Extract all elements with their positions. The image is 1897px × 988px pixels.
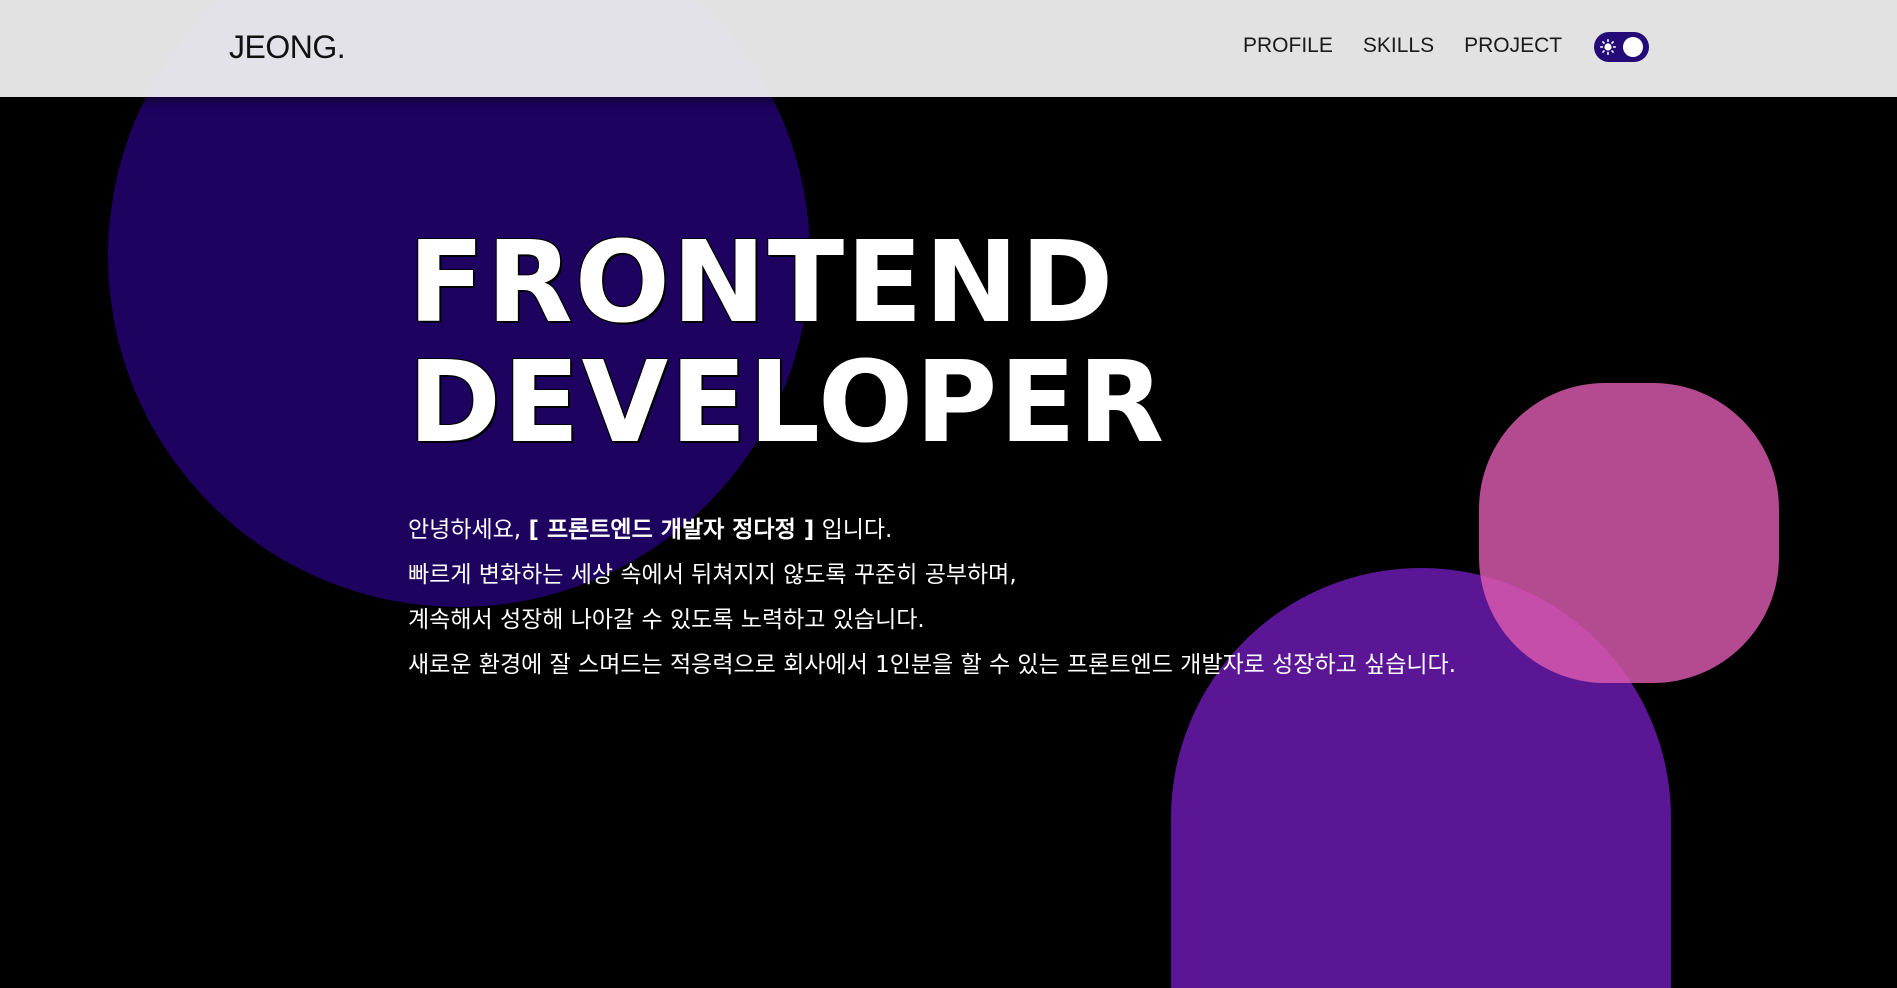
sun-icon [1600, 39, 1616, 55]
intro-highlight-name: [ 프론트엔드 개발자 정다정 ] [528, 517, 815, 543]
intro-greeting: 안녕하세요, [408, 517, 529, 543]
intro-line-3: 계속해서 성장해 나아갈 수 있도록 노력하고 있습니다. [408, 607, 925, 633]
nav-link-profile[interactable]: PROFILE [1243, 31, 1333, 61]
main-nav: PROFILE SKILLS PROJECT [1243, 31, 1562, 61]
intro-text: 안녕하세요, [ 프론트엔드 개발자 정다정 ] 입니다. 빠르게 변화하는 세… [408, 508, 1456, 688]
intro-line-2: 빠르게 변화하는 세상 속에서 뒤쳐지지 않도록 꾸준히 공부하며, [408, 562, 1017, 588]
theme-toggle-switch[interactable] [1594, 32, 1649, 62]
hero-title-line-2: DEVELOPER [408, 338, 1167, 468]
hero-title-line-1: FRONTEND [408, 218, 1116, 348]
intro-line-4: 새로운 환경에 잘 스며드는 적응력으로 회사에서 1인분을 할 수 있는 프론… [408, 652, 1457, 678]
site-header: JEONG. PROFILE SKILLS PROJECT [0, 0, 1897, 97]
hero-section: FRONTEND DEVELOPER [408, 223, 1166, 463]
hero-title: FRONTEND DEVELOPER [408, 223, 1166, 463]
nav-link-skills[interactable]: SKILLS [1363, 31, 1434, 61]
intro-line-1: 안녕하세요, [ 프론트엔드 개발자 정다정 ] 입니다. [408, 508, 1456, 553]
site-logo[interactable]: JEONG. [229, 28, 346, 66]
toggle-knob [1623, 37, 1643, 57]
intro-greeting-end: 입니다. [814, 517, 893, 543]
pink-blob-decoration [1479, 383, 1779, 683]
nav-link-project[interactable]: PROJECT [1464, 31, 1562, 61]
